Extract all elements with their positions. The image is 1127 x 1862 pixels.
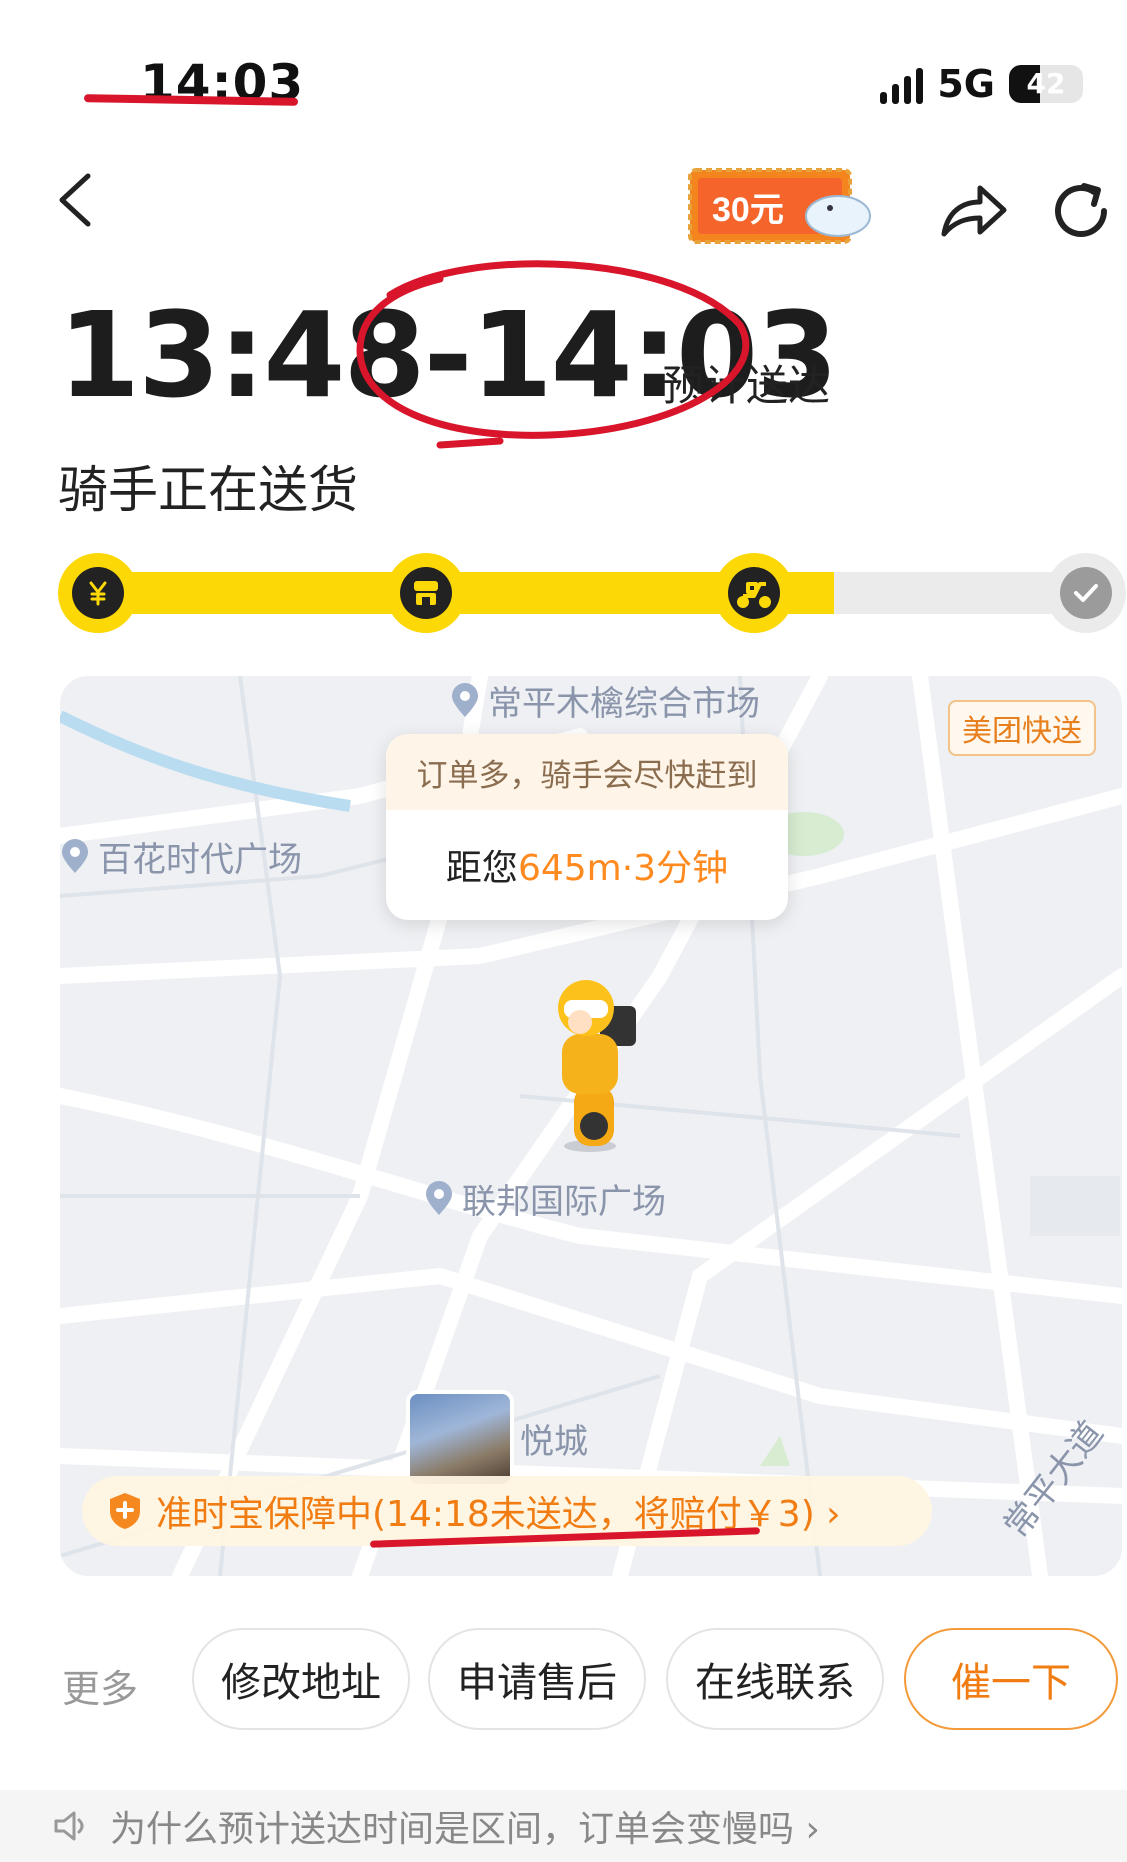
urge-button[interactable]: 催一下 xyxy=(904,1628,1118,1730)
contact-online-button[interactable]: 在线联系 xyxy=(666,1628,884,1730)
share-icon[interactable] xyxy=(938,178,1010,242)
rider-info-popup: 订单多，骑手会尽快赶到 距您 645m·3分钟 xyxy=(386,734,788,920)
popup-distance: 距您 645m·3分钟 xyxy=(386,810,788,920)
poi-yuecheng[interactable]: 悦城 xyxy=(520,1414,588,1463)
delivery-map[interactable]: 美团快送 常平木檎综合市场 百花时代广场 联邦国际广场 悦城 常平大道 订单多，… xyxy=(60,676,1122,1576)
eta-suffix: 预计送达 xyxy=(662,361,831,410)
chevron-left-icon[interactable] xyxy=(52,170,98,230)
refresh-icon[interactable] xyxy=(1048,178,1114,244)
progress-step-paid xyxy=(58,553,138,633)
rider-icon[interactable] xyxy=(540,976,650,1156)
promo-label: 30元 xyxy=(712,191,784,229)
tip-text: 为什么预计送达时间是区间，订单会变慢吗 › xyxy=(110,1809,820,1850)
location-pin-icon xyxy=(62,838,88,873)
after-sales-button[interactable]: 申请售后 xyxy=(428,1628,646,1730)
speaker-icon xyxy=(54,1811,84,1841)
poi-lianbang[interactable]: 联邦国际广场 xyxy=(424,1174,666,1223)
poi-baihua[interactable]: 百花时代广场 xyxy=(60,832,302,881)
battery-level: 42 xyxy=(1026,67,1066,100)
status-indicators: 5G 42 xyxy=(880,62,1083,106)
poi-label: 百花时代广场 xyxy=(98,840,302,880)
progress-step-store xyxy=(386,553,466,633)
more-label[interactable]: 更多 xyxy=(62,1658,138,1713)
popup-header: 订单多，骑手会尽快赶到 xyxy=(386,734,788,810)
location-pin-icon xyxy=(452,682,478,717)
distance-prefix: 距您 xyxy=(445,848,518,889)
distance-value: 645m·3分钟 xyxy=(517,848,729,889)
location-pin-icon xyxy=(426,1180,452,1215)
poi-label: 联邦国际广场 xyxy=(462,1182,666,1222)
progress-step-delivered xyxy=(1046,553,1126,633)
network-type: 5G xyxy=(937,62,995,106)
poi-label: 常平木檎综合市场 xyxy=(488,684,760,724)
faq-tip[interactable]: 为什么预计送达时间是区间，订单会变慢吗 › xyxy=(0,1790,1127,1862)
delivery-status: 骑手正在送货 xyxy=(58,461,358,519)
modify-address-button[interactable]: 修改地址 xyxy=(192,1628,410,1730)
brand-tag: 美团快送 xyxy=(948,700,1096,756)
signal-icon xyxy=(880,64,924,104)
poi-label: 悦城 xyxy=(520,1422,588,1462)
yen-icon xyxy=(89,581,107,606)
store-icon xyxy=(414,581,438,605)
scooter-icon xyxy=(737,582,771,608)
rider-photo[interactable] xyxy=(406,1390,514,1488)
progress-step-delivering xyxy=(714,553,794,633)
check-icon xyxy=(1074,584,1098,602)
promo-coupon-badge[interactable]: 30元 xyxy=(688,168,878,244)
shield-icon xyxy=(110,1493,140,1529)
battery-icon: 42 xyxy=(1009,65,1083,103)
poi-market[interactable]: 常平木檎综合市场 xyxy=(450,676,760,725)
